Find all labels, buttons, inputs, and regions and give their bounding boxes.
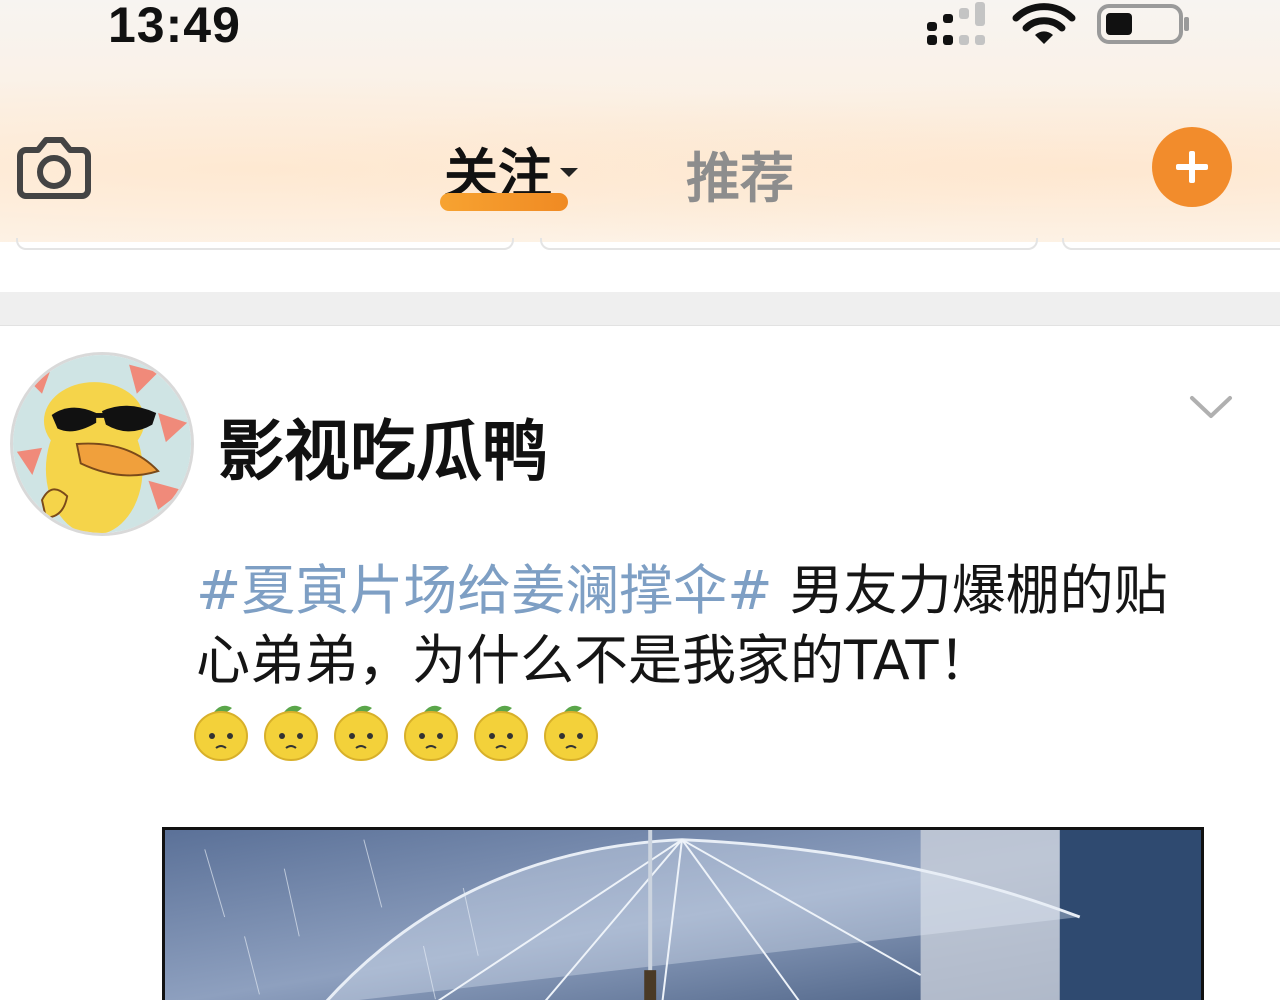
hashtag-link[interactable]: #夏寅片场给姜澜撑伞# <box>196 559 773 622</box>
wifi-icon <box>1012 3 1076 44</box>
card-edge <box>540 238 1038 250</box>
caret-down-icon <box>560 167 578 177</box>
lemon-emoji-icon <box>544 705 598 761</box>
chevron-down-icon[interactable] <box>1188 392 1234 422</box>
lemon-emoji-icon <box>264 705 318 761</box>
cellular-signal-icon <box>927 2 985 45</box>
add-post-button[interactable] <box>1152 127 1232 207</box>
feed-separator <box>0 292 1280 326</box>
post-body: #夏寅片场给姜澜撑伞# 男友力爆棚的贴心弟弟，为什么不是我家的TAT！ <box>196 556 1216 696</box>
card-edge <box>1062 238 1280 250</box>
status-time: 13:49 <box>108 0 241 53</box>
avatar[interactable] <box>10 352 194 536</box>
post-author-name[interactable]: 影视吃瓜鸭 <box>218 398 548 494</box>
lemon-emoji-icon <box>474 705 528 761</box>
emoji-row <box>192 702 600 764</box>
card-edge <box>16 238 514 250</box>
tab-recommend[interactable]: 推荐 <box>686 134 794 213</box>
battery-icon <box>1097 4 1189 44</box>
post-image[interactable] <box>162 827 1204 1000</box>
header-glow <box>0 60 1280 242</box>
camera-icon[interactable] <box>16 134 92 200</box>
lemon-emoji-icon <box>404 705 458 761</box>
lemon-emoji-icon <box>194 705 248 761</box>
active-tab-indicator <box>440 193 568 211</box>
lemon-emoji-icon <box>334 705 388 761</box>
